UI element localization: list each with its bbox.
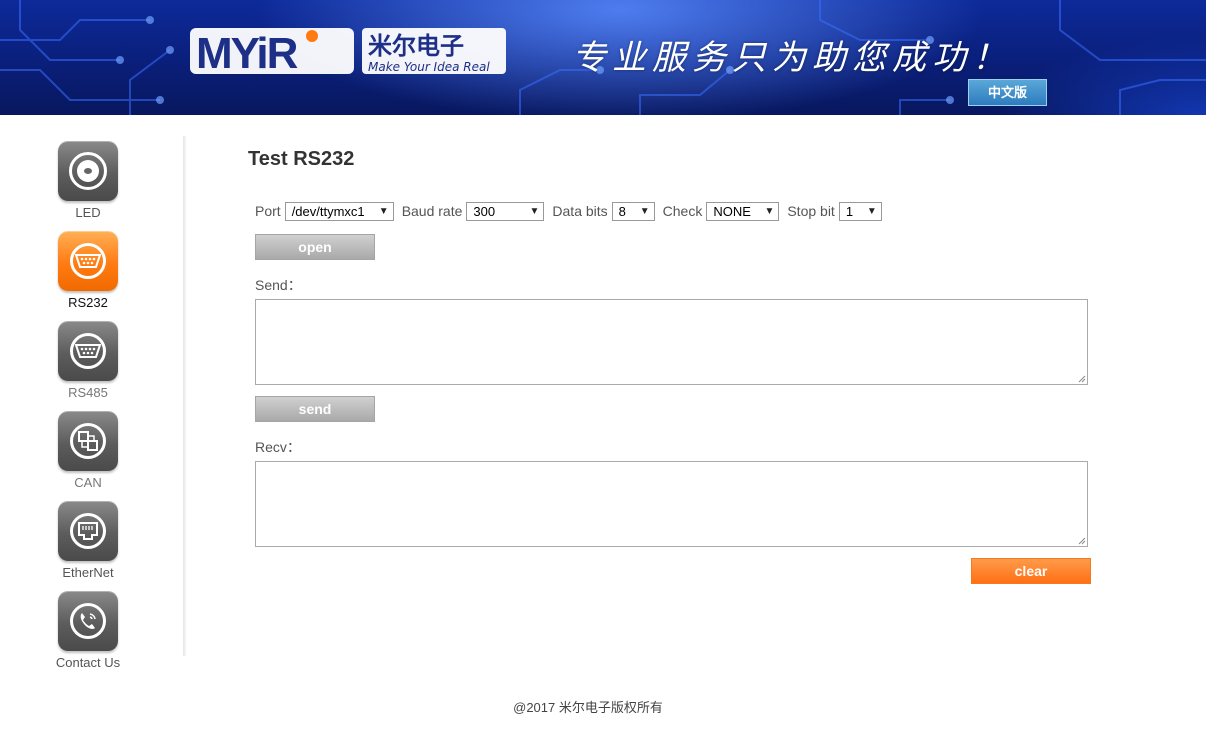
dropdown-arrow-icon: ▼: [378, 205, 389, 217]
resize-grip-icon[interactable]: [1077, 374, 1086, 383]
dropdown-arrow-icon: ▼: [866, 205, 877, 217]
check-select-value: NONE: [713, 203, 751, 219]
sidebar-item-rs485[interactable]: RS485: [58, 321, 118, 400]
myir-logo: MYiR 米尔电子 Make Your Idea Real: [188, 26, 508, 78]
check-label: Check: [662, 203, 703, 219]
serial-settings-row: Port /dev/ttymxc1 ▼ Baud rate 300 ▼ Data b…: [255, 200, 890, 222]
baud-rate-select-value: 300: [473, 203, 496, 219]
sidebar-item-label: LED: [75, 205, 101, 220]
data-bits-label: Data bits: [552, 203, 608, 219]
data-bits-select[interactable]: 8 ▼: [611, 201, 655, 221]
data-bits-select-value: 8: [618, 203, 626, 219]
clear-button[interactable]: clear: [971, 558, 1091, 584]
sidebar-divider: [183, 136, 186, 656]
sidebar-item-label: EtherNet: [62, 565, 114, 580]
baud-rate-label: Baud rate: [401, 203, 463, 219]
header-banner: MYiR 米尔电子 Make Your Idea Real 专业服务只为助您成功…: [0, 0, 1206, 115]
sidebar-item-label: CAN: [74, 475, 102, 490]
sidebar-item-can[interactable]: CAN: [58, 411, 118, 490]
sidebar-item-contact[interactable]: Contact Us: [56, 591, 120, 670]
port-select-value: /dev/ttymxc1: [291, 203, 365, 219]
serial-port-icon: [58, 231, 118, 291]
sidebar-item-ethernet[interactable]: EtherNet: [58, 501, 118, 580]
dropdown-arrow-icon: ▼: [764, 205, 775, 217]
footer-copyright: @2017 米尔电子版权所有: [513, 700, 663, 715]
baud-rate-select[interactable]: 300 ▼: [466, 201, 545, 221]
sidebar-item-rs232[interactable]: RS232: [58, 231, 118, 310]
recv-textarea[interactable]: [255, 461, 1088, 547]
port-label: Port: [255, 203, 281, 219]
recv-label: Recv：: [255, 439, 301, 455]
send-textarea[interactable]: [255, 299, 1088, 385]
check-select[interactable]: NONE ▼: [706, 201, 780, 221]
serial-port-icon: [58, 321, 118, 381]
logo-text: MYiR: [196, 29, 298, 78]
sidebar-item-led[interactable]: LED: [58, 141, 118, 220]
dropdown-arrow-icon: ▼: [639, 205, 650, 217]
resize-grip-icon[interactable]: [1077, 536, 1086, 545]
sidebar-item-label: Contact Us: [55, 655, 121, 670]
sidebar-item-label: RS232: [68, 295, 108, 310]
led-icon: [58, 141, 118, 201]
phone-icon: [58, 591, 118, 651]
port-select[interactable]: /dev/ttymxc1 ▼: [284, 201, 394, 221]
dropdown-arrow-icon: ▼: [529, 205, 540, 217]
open-button[interactable]: open: [255, 234, 375, 260]
slogan-text: 专业服务只为助您成功！: [572, 38, 1012, 78]
stop-bit-select[interactable]: 1 ▼: [838, 201, 882, 221]
language-button[interactable]: 中文版: [968, 79, 1047, 106]
logo-cn-text: 米尔电子: [368, 32, 464, 60]
send-button[interactable]: send: [255, 396, 375, 422]
can-bus-icon: [58, 411, 118, 471]
sidebar-item-label: RS485: [68, 385, 108, 400]
stop-bit-select-value: 1: [845, 203, 854, 219]
send-label: Send：: [255, 277, 302, 293]
stop-bit-label: Stop bit: [787, 203, 835, 219]
logo-tagline: Make Your Idea Real: [368, 60, 490, 74]
page-title: Test RS232: [248, 148, 355, 170]
ethernet-port-icon: [58, 501, 118, 561]
